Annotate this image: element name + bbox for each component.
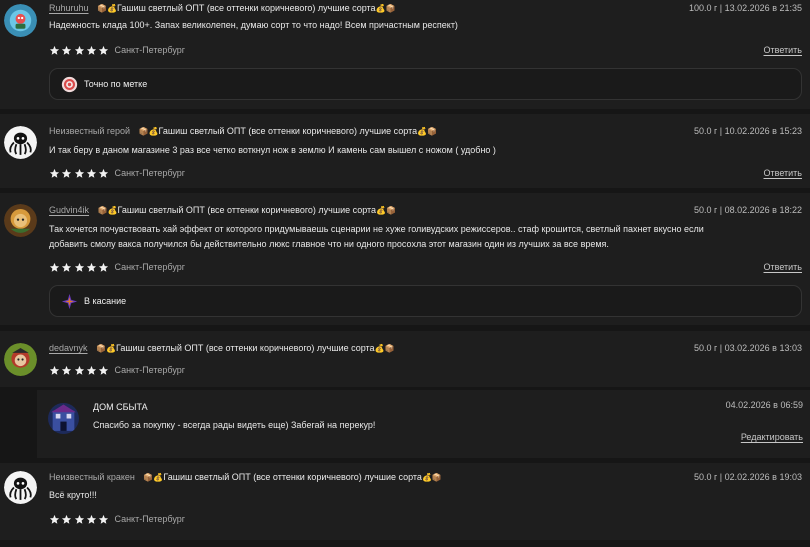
star-icon [49, 262, 60, 273]
reply-link[interactable]: Ответить [764, 45, 802, 55]
review-meta: 50.0 г | 10.02.2026 в 15:23 [694, 126, 802, 136]
review-city: Санкт-Петербург [114, 45, 186, 55]
review-city: Санкт-Петербург [114, 514, 186, 524]
money-bag-icon: 💰📦 [421, 473, 442, 482]
delivery-tag: В касание [49, 285, 802, 317]
rating-stars: Санкт-Петербург [49, 167, 185, 179]
money-bag-icon: 💰📦 [375, 4, 396, 13]
review-author[interactable]: Gudvin4ik [49, 205, 89, 215]
star-icon [61, 262, 72, 273]
touch-icon [61, 293, 78, 309]
seller-reply-date: 04.02.2026 в 06:59 [725, 400, 803, 410]
product-title[interactable]: 📦💰Гашиш светлый ОПТ (все оттенки коричне… [139, 126, 437, 136]
box-icon: 📦💰 [97, 206, 118, 215]
money-bag-icon: 💰📦 [376, 206, 396, 215]
review-meta: 50.0 г | 02.02.2026 в 19:03 [694, 472, 802, 482]
star-icon [74, 262, 85, 273]
box-icon: 📦💰 [96, 344, 116, 353]
tag-label: В касание [84, 296, 127, 306]
review-meta: 50.0 г | 03.02.2026 в 13:03 [694, 343, 802, 353]
target-icon [61, 76, 78, 92]
star-icon [49, 45, 60, 56]
star-icon [61, 168, 72, 179]
review-text-line: добавить смолу вакса получился бы действ… [49, 239, 609, 249]
seller-name: ДОМ СБЫТА [93, 402, 148, 412]
review-item: Ruhuruhu 📦💰Гашиш светлый ОПТ (все оттенк… [0, 0, 810, 109]
product-title[interactable]: 📦💰Гашиш светлый ОПТ (все оттенки коричне… [98, 205, 396, 215]
star-icon [61, 45, 72, 56]
product-title[interactable]: 📦💰Гашиш светлый ОПТ (все оттенки коричне… [143, 472, 441, 482]
review-header: Неизвестный герой 📦💰Гашиш светлый ОПТ (в… [49, 126, 802, 138]
star-icon [74, 168, 85, 179]
star-icon [74, 514, 85, 525]
star-icon [74, 365, 85, 376]
review-author[interactable]: dedavnyk [49, 343, 88, 353]
star-icon [86, 262, 97, 273]
review-text: Надежность клада 100+. Запах великолепен… [49, 20, 458, 30]
tag-label: Точно по метке [84, 79, 148, 89]
star-icon [86, 45, 97, 56]
avatar[interactable] [4, 471, 37, 504]
review-meta: 100.0 г | 13.02.2026 в 21:35 [689, 3, 802, 13]
review-item: Неизвестный кракен 📦💰Гашиш светлый ОПТ (… [0, 463, 810, 540]
review-author[interactable]: Ruhuruhu [49, 3, 89, 13]
rating-stars: Санкт-Петербург [49, 261, 185, 273]
star-icon [98, 514, 109, 525]
review-author: Неизвестный кракен [49, 472, 135, 482]
review-header: Неизвестный кракен 📦💰Гашиш светлый ОПТ (… [49, 472, 802, 484]
star-icon [86, 514, 97, 525]
money-bag-icon: 💰📦 [417, 127, 438, 136]
star-icon [74, 45, 85, 56]
review-city: Санкт-Петербург [114, 168, 186, 178]
money-bag-icon: 💰📦 [374, 344, 395, 353]
reply-link[interactable]: Ответить [764, 262, 802, 272]
star-icon [98, 168, 109, 179]
review-header: Gudvin4ik 📦💰Гашиш светлый ОПТ (все оттен… [49, 205, 802, 217]
review-author: Неизвестный герой [49, 126, 131, 136]
review-item: Gudvin4ik 📦💰Гашиш светлый ОПТ (все оттен… [0, 193, 810, 325]
review-text: Всё круто!!! [49, 490, 97, 500]
star-icon [49, 168, 60, 179]
star-icon [86, 365, 97, 376]
avatar[interactable] [4, 343, 37, 376]
review-meta: 50.0 г | 08.02.2026 в 18:22 [694, 205, 802, 215]
review-text: И так беру в даном магазине 3 раз все че… [49, 145, 496, 155]
delivery-tag: Точно по метке [49, 68, 802, 100]
star-icon [98, 45, 109, 56]
product-title[interactable]: 📦💰Гашиш светлый ОПТ (все оттенки коричне… [97, 3, 395, 13]
star-icon [98, 262, 109, 273]
seller-avatar[interactable] [48, 403, 79, 434]
review-header: Ruhuruhu 📦💰Гашиш светлый ОПТ (все оттенк… [49, 3, 802, 15]
seller-reply: ДОМ СБЫТА 04.02.2026 в 06:59 Спасибо за … [37, 390, 810, 458]
review-item: dedavnyk 📦💰Гашиш светлый ОПТ (все оттенк… [0, 331, 810, 387]
box-icon: 📦💰 [143, 473, 164, 482]
star-icon [61, 365, 72, 376]
reply-link[interactable]: Ответить [764, 168, 802, 178]
review-item: Неизвестный герой 📦💰Гашиш светлый ОПТ (в… [0, 114, 810, 188]
review-header: dedavnyk 📦💰Гашиш светлый ОПТ (все оттенк… [49, 343, 802, 355]
product-title[interactable]: 📦💰Гашиш светлый ОПТ (все оттенки коричне… [96, 343, 394, 353]
rating-stars: Санкт-Петербург [49, 364, 185, 376]
box-icon: 📦💰 [138, 127, 159, 136]
star-icon [86, 168, 97, 179]
star-icon [49, 365, 60, 376]
rating-stars: Санкт-Петербург [49, 513, 185, 525]
edit-link[interactable]: Редактировать [741, 432, 803, 442]
avatar[interactable] [4, 4, 37, 37]
seller-reply-text: Спасибо за покупку - всегда рады видеть … [93, 420, 376, 430]
rating-stars: Санкт-Петербург [49, 44, 185, 56]
avatar[interactable] [4, 204, 37, 237]
box-icon: 📦💰 [97, 4, 117, 13]
star-icon [49, 514, 60, 525]
review-city: Санкт-Петербург [114, 262, 186, 272]
review-city: Санкт-Петербург [114, 365, 186, 375]
star-icon [61, 514, 72, 525]
star-icon [98, 365, 109, 376]
avatar[interactable] [4, 126, 37, 159]
